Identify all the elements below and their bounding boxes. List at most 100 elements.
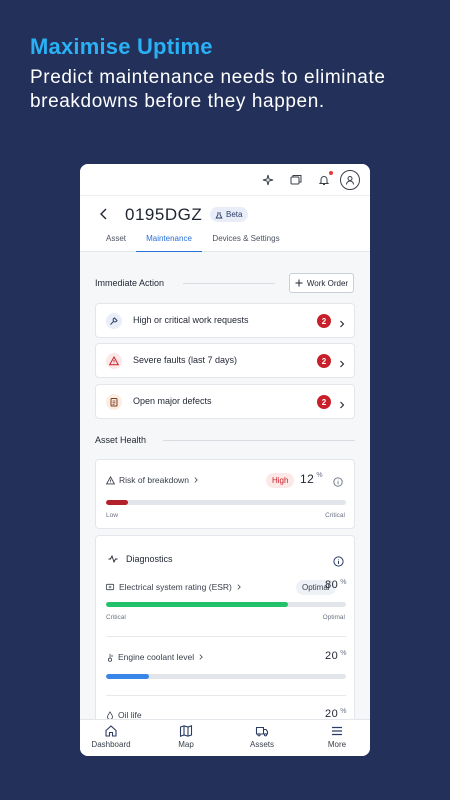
oil-life-label[interactable]: Oil life — [106, 710, 142, 719]
maintenance-content[interactable]: Immediate Action Work Order High or crit… — [80, 253, 370, 719]
back-arrow-icon[interactable] — [98, 206, 110, 222]
wrench-icon — [106, 313, 122, 329]
nav-label: More — [327, 740, 347, 749]
risk-progress-bar — [106, 500, 346, 505]
coolant-value-unit: % — [340, 650, 347, 657]
metric-divider — [106, 695, 346, 696]
pulse-icon — [108, 554, 118, 564]
plus-icon — [295, 279, 303, 287]
scale-max-label: Optimal — [322, 614, 345, 621]
info-icon[interactable] — [333, 554, 344, 572]
count-badge: 2 — [317, 354, 331, 368]
nav-dashboard[interactable]: Dashboard — [81, 724, 141, 754]
oil-drop-icon — [107, 710, 113, 719]
warning-icon — [106, 353, 122, 369]
coolant-label[interactable]: Engine coolant level — [106, 652, 204, 662]
risk-label[interactable]: Risk of breakdown — [106, 475, 199, 485]
home-icon — [105, 725, 117, 737]
nav-label: Assets — [249, 740, 274, 749]
risk-label-text: Risk of breakdown — [119, 475, 189, 485]
coolant-progress-bar — [106, 674, 346, 679]
nav-more[interactable]: More — [307, 724, 367, 754]
scale-max-label: Critical — [325, 512, 345, 519]
action-label: High or critical work requests — [133, 315, 249, 325]
nav-map[interactable]: Map — [156, 724, 216, 754]
metric-divider — [106, 636, 346, 637]
immediate-action-heading: Immediate Action — [95, 278, 165, 288]
promo-subtitle: Predict maintenance needs to eliminate b… — [30, 67, 386, 112]
action-card-work-requests[interactable]: High or critical work requests 2 — [95, 303, 355, 338]
coolant-label-text: Engine coolant level — [118, 652, 195, 662]
asset-health-heading: Asset Health — [95, 435, 147, 445]
tab-maintenance[interactable]: Maintenance — [136, 234, 202, 252]
oil-life-label-text: Oil life — [118, 710, 142, 719]
tab-bar: Asset Maintenance Devices & Settings — [80, 234, 370, 252]
diagnostics-card: Diagnostics Electrical system rating (ES… — [95, 535, 355, 719]
chevron-right-icon — [339, 316, 345, 328]
oil-life-value: 20% — [325, 708, 347, 719]
coolant-value-number: 20 — [325, 650, 339, 662]
risk-value: 12% — [300, 472, 323, 486]
tab-asset[interactable]: Asset — [102, 234, 130, 252]
scale-min-label: Low — [106, 512, 118, 519]
action-card-severe-faults[interactable]: Severe faults (last 7 days) 2 — [95, 343, 355, 378]
asset-header: 0195DGZ Beta Asset Maintenance Devices &… — [80, 196, 370, 252]
sparkle-icon[interactable] — [260, 172, 276, 188]
chevron-right-icon — [237, 584, 241, 590]
nav-label: Map — [178, 740, 194, 749]
battery-icon — [106, 583, 115, 591]
menu-icon — [332, 726, 342, 736]
coolant-value: 20% — [325, 650, 347, 662]
scale-min-label: Critical — [106, 614, 126, 621]
coolant-progress-fill — [106, 674, 150, 679]
beta-label: Beta — [226, 210, 243, 219]
chevron-right-icon — [339, 356, 345, 368]
esr-progress-bar — [106, 602, 346, 607]
esr-value-number: 80 — [325, 579, 339, 591]
section-divider — [183, 283, 275, 284]
risk-progress-fill — [106, 500, 128, 505]
count-badge: 2 — [317, 395, 331, 409]
promo-title: Maximise Uptime — [30, 34, 213, 59]
work-order-label: Work Order — [306, 278, 349, 288]
asset-id: 0195DGZ — [125, 205, 203, 224]
esr-label-text: Electrical system rating (ESR) — [119, 582, 232, 592]
bottom-navigation: Dashboard Map Assets More — [80, 719, 370, 756]
chevron-right-icon — [194, 477, 198, 483]
map-icon — [179, 725, 193, 737]
esr-progress-fill — [106, 602, 289, 607]
action-label: Severe faults (last 7 days) — [133, 355, 238, 365]
notification-dot — [329, 171, 333, 175]
oil-life-value-number: 20 — [325, 708, 339, 719]
oil-life-value-unit: % — [340, 708, 347, 715]
diagnostics-heading: Diagnostics — [108, 554, 173, 564]
count-badge: 2 — [317, 314, 331, 328]
truck-icon — [255, 726, 269, 737]
info-icon[interactable] — [333, 474, 343, 492]
avatar[interactable] — [340, 170, 360, 190]
risk-value-unit: % — [316, 472, 324, 479]
bell-icon[interactable] — [316, 171, 333, 188]
flask-icon — [215, 211, 223, 218]
phone-screen: 0195DGZ Beta Asset Maintenance Devices &… — [80, 164, 370, 756]
add-work-order-button[interactable]: Work Order — [289, 273, 354, 293]
esr-value-unit: % — [340, 579, 347, 586]
esr-label[interactable]: Electrical system rating (ESR) — [106, 582, 242, 592]
action-label: Open major defects — [133, 396, 212, 406]
thermometer-icon — [107, 653, 113, 662]
tab-devices-settings[interactable]: Devices & Settings — [208, 234, 284, 252]
nav-label: Dashboard — [91, 740, 131, 749]
beta-badge: Beta — [210, 207, 249, 222]
warning-icon — [106, 475, 115, 484]
clipboard-icon — [106, 394, 122, 410]
top-app-bar — [80, 164, 370, 196]
nav-assets[interactable]: Assets — [232, 724, 292, 754]
chevron-right-icon — [339, 397, 345, 409]
chevron-right-icon — [199, 654, 203, 660]
windows-icon[interactable] — [288, 172, 304, 188]
risk-of-breakdown-card[interactable]: Risk of breakdown High 12% Low Critical — [95, 459, 355, 529]
risk-value-number: 12 — [300, 472, 315, 486]
risk-status-pill: High — [266, 473, 295, 488]
esr-value: 80% — [325, 579, 347, 591]
action-card-open-defects[interactable]: Open major defects 2 — [95, 384, 355, 419]
